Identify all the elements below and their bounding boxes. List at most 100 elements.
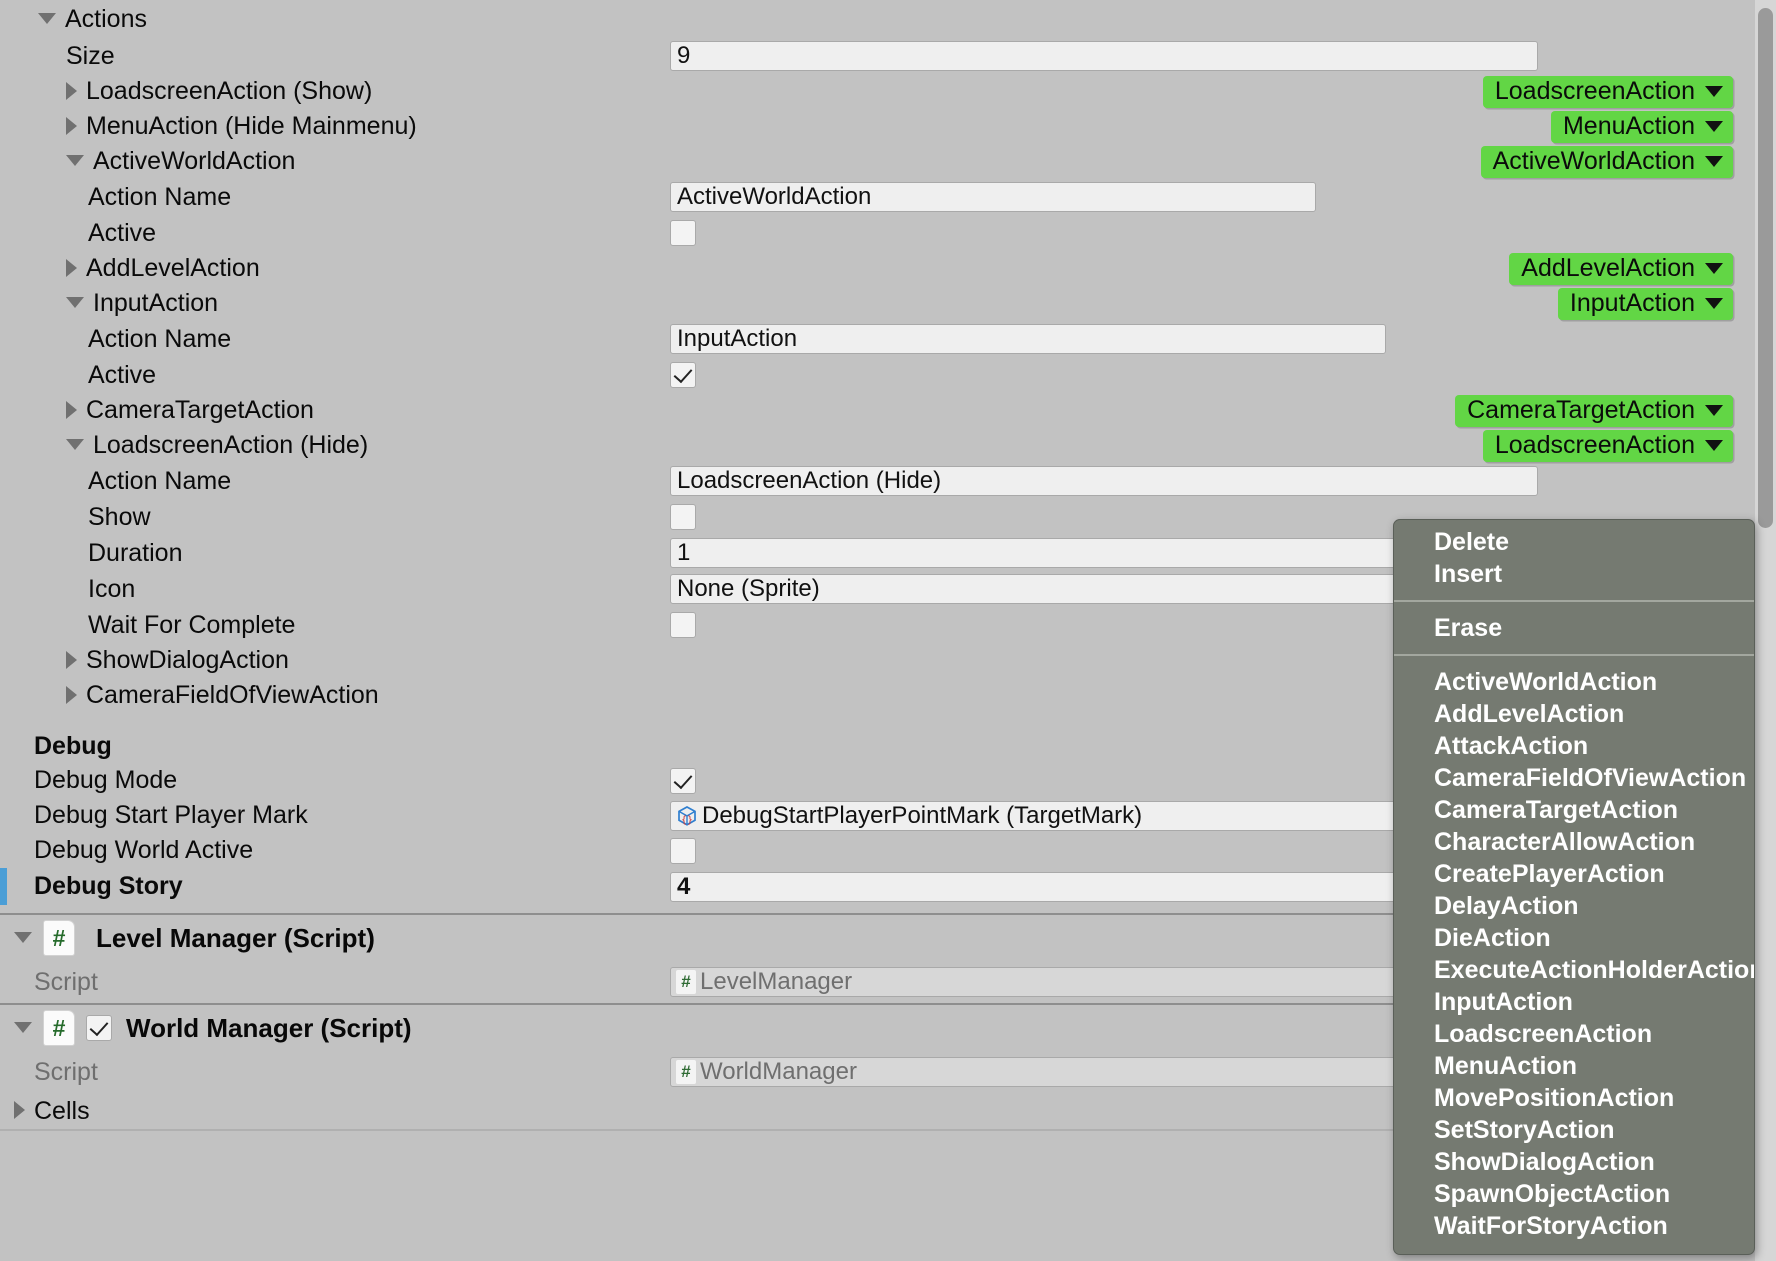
row-active: Active <box>0 357 1755 393</box>
array-label: Actions <box>65 4 147 33</box>
debug-header-label: Debug <box>34 732 112 760</box>
action-type-dropdown[interactable]: CameraTargetAction <box>1455 394 1733 427</box>
row-action-name: Action Name LoadscreenAction (Hide) <box>0 463 1755 499</box>
debug-mode-checkbox[interactable] <box>670 767 696 794</box>
cs-script-icon: # <box>44 921 74 955</box>
show-checkbox-area <box>670 504 696 530</box>
object-field-value: DebugStartPlayerPointMark (TargetMark) <box>702 801 1143 829</box>
element-label: MenuAction (Hide Mainmenu) <box>86 112 417 140</box>
action-type-label: InputAction <box>1569 289 1695 317</box>
context-menu-item-action-type[interactable]: CameraFieldOfViewAction <box>1394 762 1754 794</box>
cs-script-icon: # <box>676 1060 696 1084</box>
context-menu-item-action-type[interactable]: DieAction <box>1394 922 1754 954</box>
context-menu-item-erase[interactable]: Erase <box>1394 612 1754 644</box>
context-menu-item-action-type[interactable]: AddLevelAction <box>1394 698 1754 730</box>
chevron-right-icon[interactable] <box>66 81 77 100</box>
context-menu-item-action-type[interactable]: CharacterAllowAction <box>1394 826 1754 858</box>
action-name-field-area: InputAction <box>670 324 1386 354</box>
context-menu-item-insert[interactable]: Insert <box>1394 558 1754 590</box>
element-row-loadscreenaction-show: LoadscreenAction (Show) LoadscreenAction <box>0 74 1755 109</box>
field-label: Show <box>88 502 151 531</box>
element-label: ShowDialogAction <box>86 646 289 674</box>
element-row-activeworldaction: ActiveWorldAction ActiveWorldAction <box>0 144 1755 179</box>
field-label: Debug World Active <box>34 836 254 864</box>
active-checkbox[interactable] <box>670 362 696 388</box>
action-name-input[interactable]: InputAction <box>670 324 1386 354</box>
action-name-input[interactable]: LoadscreenAction (Hide) <box>670 466 1538 496</box>
prefab-icon: {} <box>676 805 698 827</box>
field-label: Debug Mode <box>34 766 178 794</box>
context-menu-item-action-type[interactable]: DelayAction <box>1394 890 1754 922</box>
context-menu-item-action-type[interactable]: MovePositionAction <box>1394 1082 1754 1114</box>
field-label: Debug Start Player Mark <box>34 801 308 829</box>
element-label: LoadscreenAction (Show) <box>86 77 373 105</box>
action-type-dropdown[interactable]: MenuAction <box>1550 110 1733 143</box>
chevron-down-icon[interactable] <box>14 1021 32 1033</box>
action-name-field-area: LoadscreenAction (Hide) <box>670 466 1538 496</box>
element-row-addlevelaction: AddLevelAction AddLevelAction <box>0 251 1755 286</box>
context-menu[interactable]: Delete Insert Erase ActiveWorldAction Ad… <box>1393 519 1755 1255</box>
chevron-right-icon[interactable] <box>66 400 77 419</box>
cs-script-icon: # <box>44 1011 74 1045</box>
vertical-scrollbar-thumb[interactable] <box>1758 8 1773 528</box>
action-type-label: AddLevelAction <box>1521 254 1695 282</box>
context-menu-item-action-type[interactable]: ExecuteActionHolderAction <box>1394 954 1754 986</box>
context-menu-item-action-type[interactable]: ShowDialogAction <box>1394 1146 1754 1178</box>
field-label: Script <box>34 1057 98 1086</box>
chevron-down-icon <box>1705 156 1723 167</box>
context-menu-item-action-type[interactable]: CameraTargetAction <box>1394 794 1754 826</box>
action-type-dropdown[interactable]: LoadscreenAction <box>1482 429 1733 462</box>
active-checkbox[interactable] <box>670 220 696 246</box>
context-menu-item-delete[interactable]: Delete <box>1394 526 1754 558</box>
action-type-dropdown[interactable]: AddLevelAction <box>1509 252 1733 285</box>
context-menu-item-action-type[interactable]: MenuAction <box>1394 1050 1754 1082</box>
element-row-loadscreenaction-hide: LoadscreenAction (Hide) LoadscreenAction <box>0 428 1755 463</box>
vertical-scrollbar-track[interactable] <box>1755 0 1776 1261</box>
field-label: Debug Story <box>34 872 183 900</box>
chevron-down-icon[interactable] <box>14 931 32 943</box>
chevron-down-icon[interactable] <box>66 155 84 166</box>
context-menu-item-action-type[interactable]: AttackAction <box>1394 730 1754 762</box>
action-name-field-area: ActiveWorldAction <box>670 182 1316 212</box>
context-menu-item-action-type[interactable]: InputAction <box>1394 986 1754 1018</box>
field-label: Active <box>88 360 157 389</box>
chevron-down-icon[interactable] <box>66 439 84 450</box>
row-size: Size 9 <box>0 38 1755 74</box>
context-menu-item-action-type[interactable]: LoadscreenAction <box>1394 1018 1754 1050</box>
action-type-dropdown[interactable]: InputAction <box>1557 287 1733 320</box>
debug-world-active-checkbox[interactable] <box>670 837 696 864</box>
action-name-input[interactable]: ActiveWorldAction <box>670 182 1316 212</box>
object-field-value: LevelManager <box>700 968 853 995</box>
component-enabled-checkbox[interactable] <box>86 1015 112 1041</box>
chevron-right-icon[interactable] <box>66 258 77 277</box>
field-label: Action Name <box>88 182 232 211</box>
context-menu-item-action-type[interactable]: SetStoryAction <box>1394 1114 1754 1146</box>
element-label: ActiveWorldAction <box>93 147 296 175</box>
context-menu-item-action-type[interactable]: ActiveWorldAction <box>1394 666 1754 698</box>
wait-for-complete-checkbox[interactable] <box>670 612 696 638</box>
field-label: Script <box>34 967 98 996</box>
chevron-down-icon[interactable] <box>38 12 56 24</box>
action-type-dropdown[interactable]: LoadscreenAction <box>1482 75 1733 108</box>
context-menu-item-action-type[interactable]: CreatePlayerAction <box>1394 858 1754 890</box>
chevron-right-icon[interactable] <box>66 650 77 669</box>
chevron-down-icon <box>1705 121 1723 132</box>
active-checkbox-area <box>670 220 696 246</box>
chevron-right-icon[interactable] <box>14 1101 25 1119</box>
context-menu-item-action-type[interactable]: WaitForStoryAction <box>1394 1210 1754 1242</box>
size-input[interactable]: 9 <box>670 41 1538 71</box>
array-foldout-actions[interactable]: Actions <box>0 0 1755 38</box>
unity-inspector-window: Actions Size 9 LoadscreenAction (Show) L… <box>0 0 1776 1261</box>
context-menu-item-action-type[interactable]: SpawnObjectAction <box>1394 1178 1754 1210</box>
element-row-cameratargetaction: CameraTargetAction CameraTargetAction <box>0 393 1755 428</box>
size-field-area: 9 <box>670 41 1538 71</box>
chevron-down-icon <box>1705 440 1723 451</box>
chevron-right-icon[interactable] <box>66 685 77 704</box>
action-type-dropdown[interactable]: ActiveWorldAction <box>1480 145 1733 178</box>
element-label: AddLevelAction <box>86 254 260 282</box>
element-row-inputaction: InputAction InputAction <box>0 286 1755 321</box>
chevron-down-icon <box>1705 405 1723 416</box>
chevron-right-icon[interactable] <box>66 116 77 135</box>
chevron-down-icon[interactable] <box>66 297 84 308</box>
show-checkbox[interactable] <box>670 504 696 530</box>
